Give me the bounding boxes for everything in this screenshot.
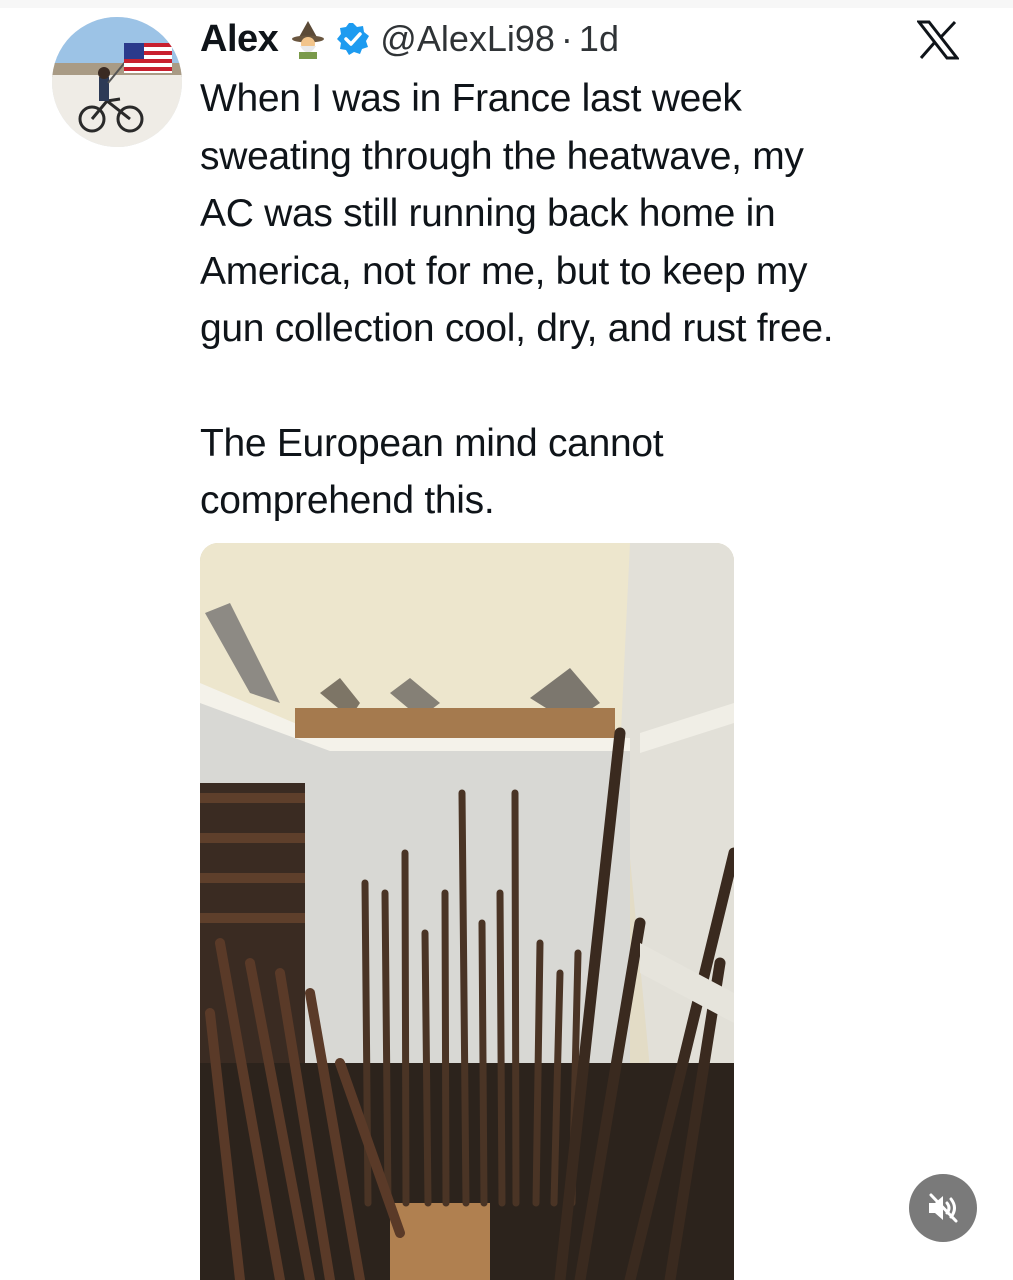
timestamp[interactable]: 1d xyxy=(579,18,619,60)
verified-badge-icon xyxy=(337,23,370,55)
separator-dot: · xyxy=(560,18,573,59)
tweet-header: Alex @AlexLi98 · 1d xyxy=(200,14,619,64)
tweet-media-video[interactable] xyxy=(200,543,734,1280)
author-handle[interactable]: @AlexLi98 xyxy=(380,18,555,60)
text-line: gun collection cool, dry, and rust free. xyxy=(200,307,834,350)
text-line: The European mind cannot xyxy=(200,421,664,465)
tweet-text: When I was in France last week sweating … xyxy=(200,70,990,530)
text-line: America, not for me, but to keep my xyxy=(200,249,808,293)
text-line: comprehend this. xyxy=(200,479,495,522)
text-line: When I was in France last week xyxy=(200,77,742,120)
gun-closet-photo xyxy=(200,543,734,1280)
tweet-paragraph-1: When I was in France last week sweating … xyxy=(200,70,990,358)
avatar-image xyxy=(52,17,182,147)
muted-speaker-icon xyxy=(929,1193,958,1223)
x-logo-icon[interactable] xyxy=(917,20,959,60)
text-line: sweating through the heatwave, my xyxy=(200,134,804,178)
avatar[interactable] xyxy=(52,17,182,147)
mute-toggle-button[interactable] xyxy=(909,1174,977,1242)
mage-emoji-icon xyxy=(292,21,325,59)
tweet-paragraph-2: The European mind cannot comprehend this… xyxy=(200,415,990,530)
author-name[interactable]: Alex xyxy=(200,18,279,61)
text-line: AC was still running back home in xyxy=(200,192,776,235)
top-divider xyxy=(0,0,1013,8)
